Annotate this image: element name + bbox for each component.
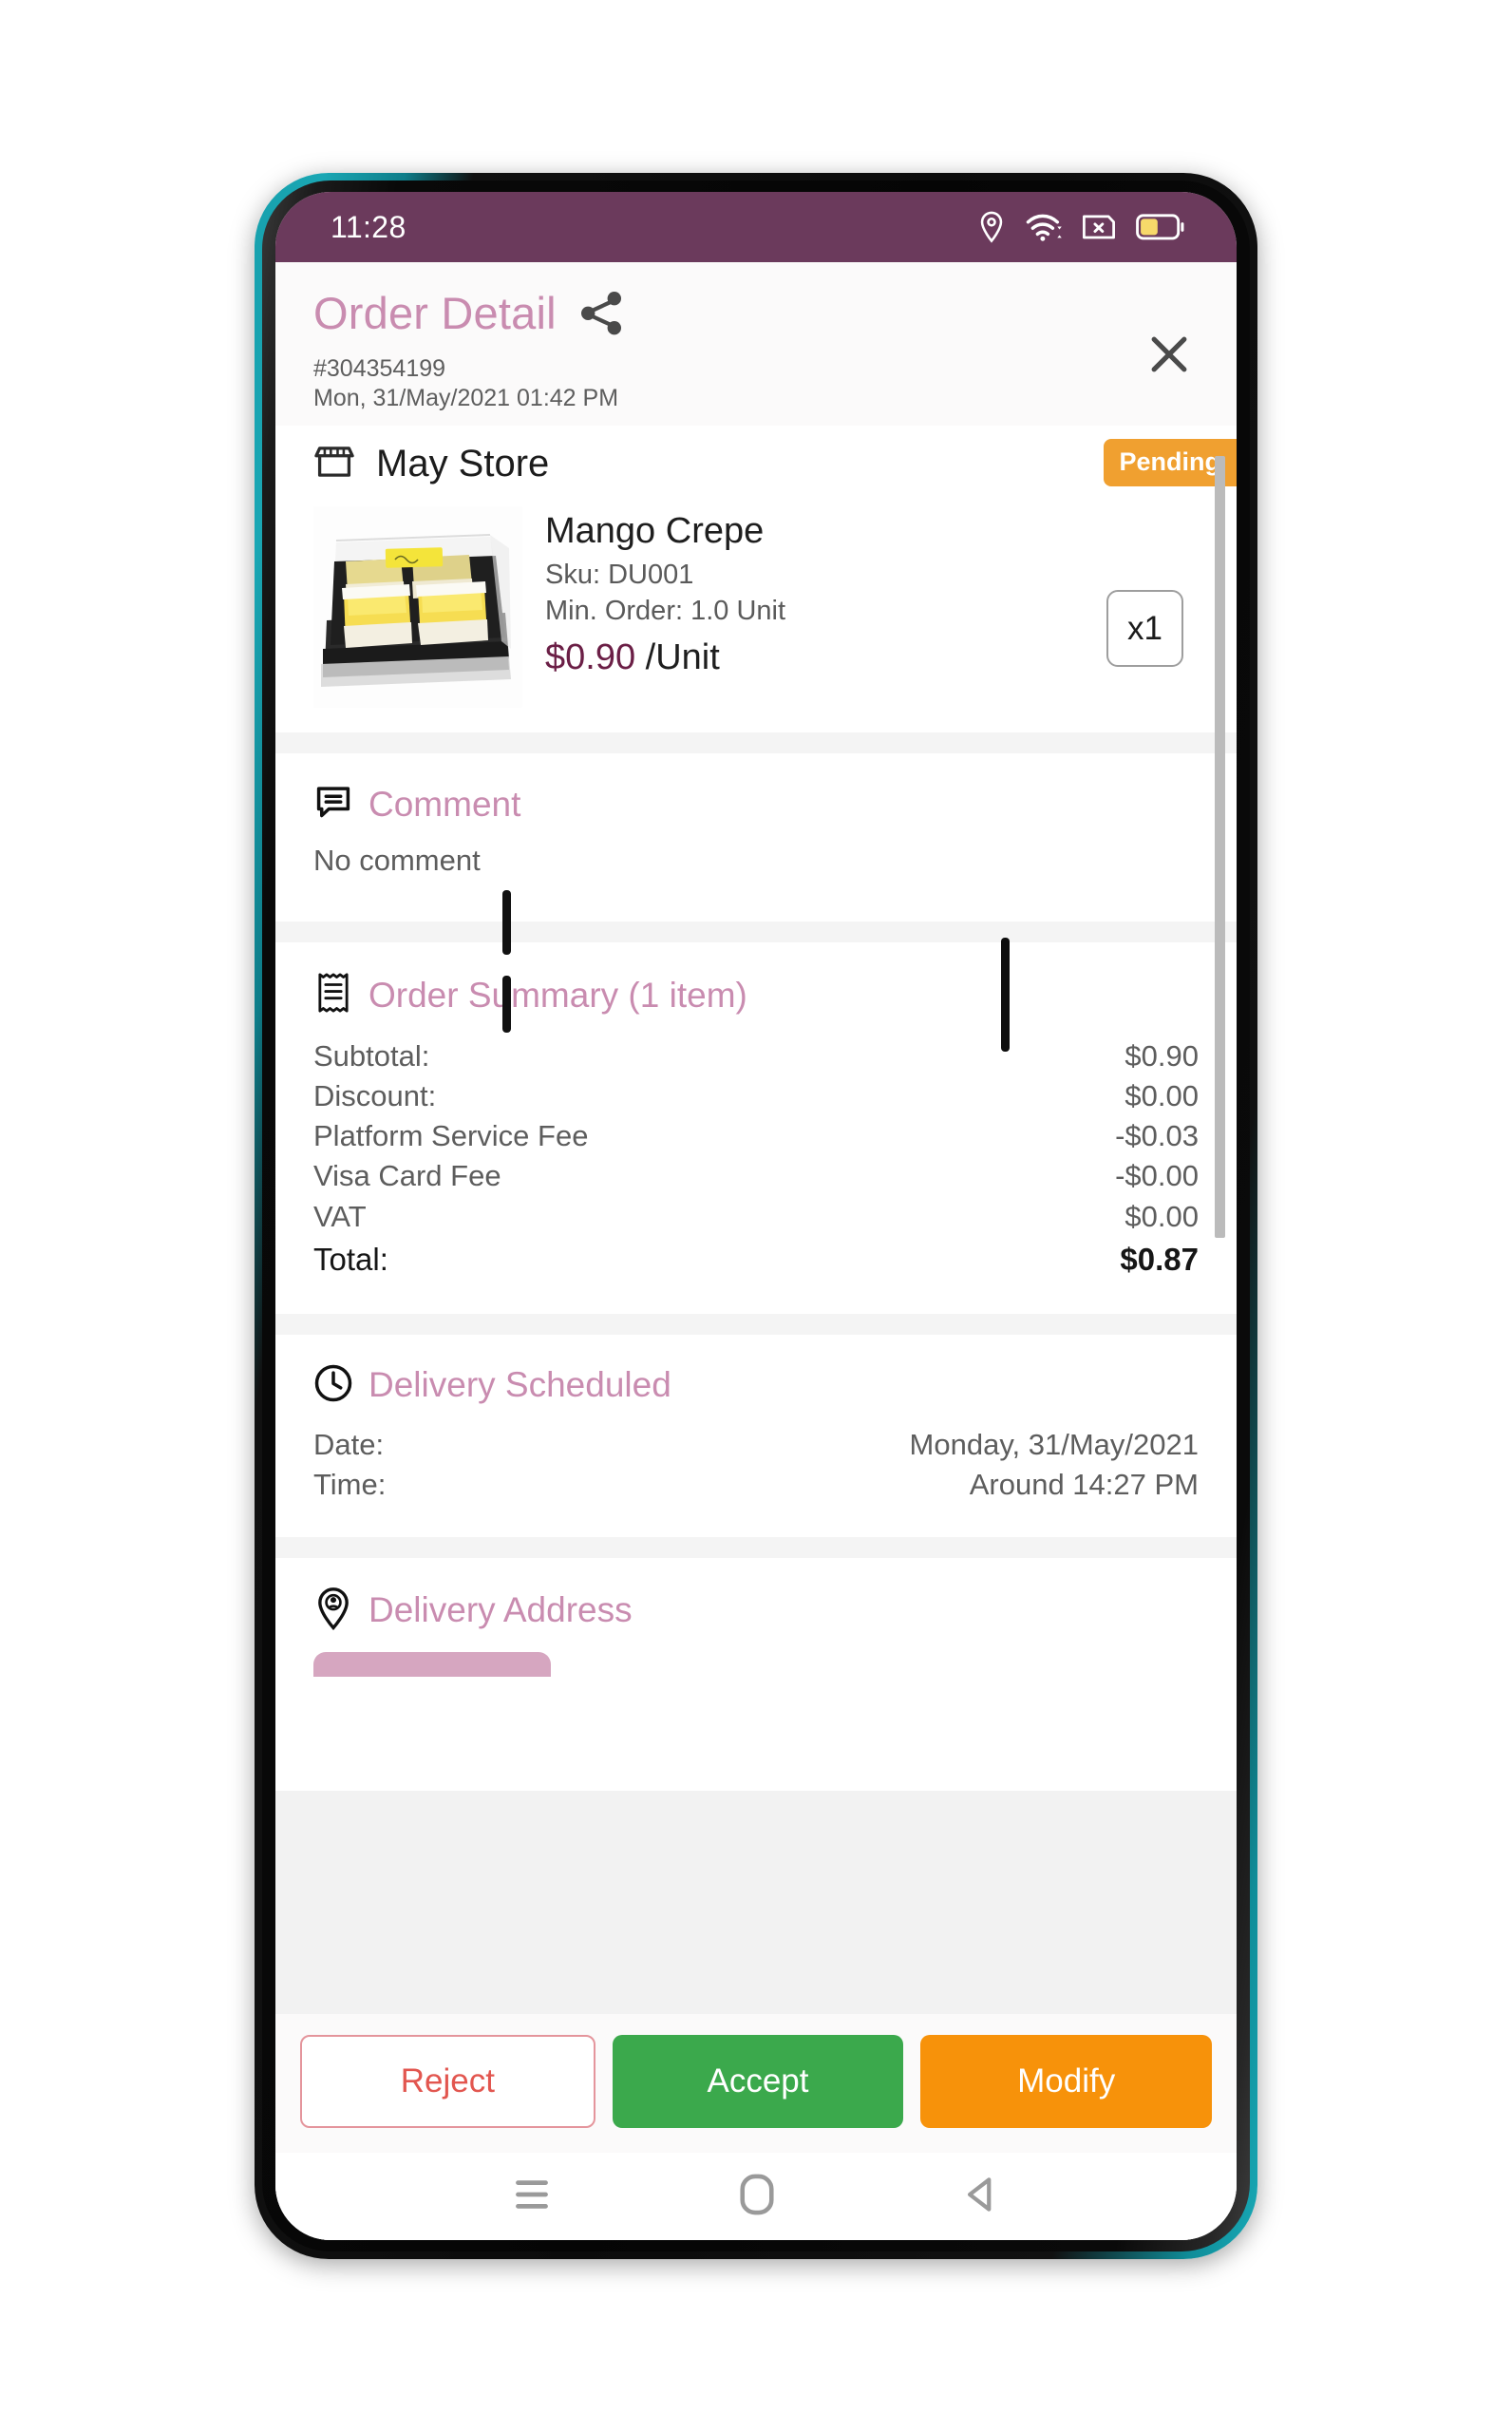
order-datetime: Mon, 31/May/2021 01:42 PM bbox=[313, 384, 619, 411]
clock-icon bbox=[313, 1363, 353, 1408]
delivery-time-row: Time: Around 14:27 PM bbox=[313, 1465, 1199, 1505]
comment-icon bbox=[313, 782, 353, 826]
receipt-icon bbox=[313, 971, 353, 1019]
product-quantity: x1 bbox=[1106, 590, 1183, 667]
page-title: Order Detail bbox=[313, 287, 557, 338]
reject-button[interactable]: Reject bbox=[300, 2035, 595, 2128]
status-bar: 11:28 bbox=[275, 192, 1237, 262]
delivery-scheduled-title: Delivery Scheduled bbox=[369, 1365, 671, 1405]
delivery-scheduled-header: Delivery Scheduled bbox=[313, 1363, 1199, 1408]
store-icon bbox=[313, 441, 355, 487]
summary-row: VAT $0.00 bbox=[313, 1197, 1199, 1237]
order-detail-header: Order Detail #304354199 Mon, 31/May/2021… bbox=[275, 262, 1237, 426]
summary-label: Visa Card Fee bbox=[313, 1159, 501, 1193]
order-line-item[interactable]: Mango Crepe Sku: DU001 Min. Order: 1.0 U… bbox=[275, 503, 1237, 732]
app-container: Order Detail #304354199 Mon, 31/May/2021… bbox=[275, 262, 1237, 2240]
comment-section: Comment No comment bbox=[275, 753, 1237, 922]
delivery-time-label: Time: bbox=[313, 1467, 387, 1501]
share-icon[interactable] bbox=[577, 289, 627, 343]
scrollbar-thumb[interactable] bbox=[1215, 456, 1225, 1238]
order-summary-section: Order Summary (1 item) Subtotal: $0.90 D… bbox=[275, 942, 1237, 1314]
summary-value: $0.00 bbox=[1125, 1199, 1199, 1233]
summary-value: -$0.03 bbox=[1115, 1119, 1199, 1153]
product-info: Mango Crepe Sku: DU001 Min. Order: 1.0 U… bbox=[545, 506, 1106, 678]
summary-label: Platform Service Fee bbox=[313, 1119, 589, 1153]
product-sku: Sku: DU001 bbox=[545, 560, 694, 591]
product-price-value: $0.90 bbox=[545, 637, 636, 678]
summary-total-label: Total: bbox=[313, 1241, 388, 1277]
comment-title: Comment bbox=[369, 784, 521, 824]
scrollbar-track[interactable] bbox=[1215, 426, 1231, 2153]
header-title-row: Order Detail bbox=[313, 283, 1199, 343]
order-action-bar: Reject Accept Modify bbox=[275, 2014, 1237, 2153]
store-order-card: May Store Pending Mango Crepe Sku: DU001… bbox=[275, 426, 1237, 732]
wifi-icon bbox=[1026, 211, 1062, 243]
summary-label: VAT bbox=[313, 1199, 367, 1233]
power-button[interactable] bbox=[1001, 938, 1010, 1052]
back-icon[interactable] bbox=[960, 2174, 1002, 2220]
product-image bbox=[313, 506, 522, 708]
android-navigation-bar bbox=[275, 2153, 1237, 2240]
volume-up-button[interactable] bbox=[502, 890, 511, 955]
sim-card-off-icon bbox=[1082, 213, 1116, 241]
phone-screen: 11:28 Order Detail #304354199 Mon, 31/Ma… bbox=[275, 192, 1237, 2240]
delivery-scheduled-rows: Date: Monday, 31/May/2021 Time: Around 1… bbox=[313, 1425, 1199, 1505]
location-pin-icon bbox=[977, 211, 1006, 243]
comment-header: Comment bbox=[313, 782, 1199, 826]
location-pin-icon bbox=[313, 1586, 353, 1635]
delivery-scheduled-section: Delivery Scheduled Date: Monday, 31/May/… bbox=[275, 1334, 1237, 1537]
volume-down-button[interactable] bbox=[502, 976, 511, 1033]
phone-device-frame: 11:28 Order Detail #304354199 Mon, 31/Ma… bbox=[255, 173, 1257, 2259]
delivery-address-title: Delivery Address bbox=[369, 1590, 633, 1630]
summary-value: $0.90 bbox=[1125, 1039, 1199, 1073]
delivery-time-value: Around 14:27 PM bbox=[969, 1467, 1199, 1501]
delivery-date-label: Date: bbox=[313, 1427, 385, 1461]
summary-total-value: $0.87 bbox=[1120, 1241, 1199, 1277]
summary-label: Discount: bbox=[313, 1079, 437, 1113]
delivery-address-header: Delivery Address bbox=[313, 1586, 1199, 1635]
product-price-unit: /Unit bbox=[635, 637, 720, 678]
product-min-order: Min. Order: 1.0 Unit bbox=[545, 595, 786, 626]
section-divider bbox=[275, 1313, 1237, 1335]
delivery-address-placeholder bbox=[313, 1651, 551, 1677]
product-name: Mango Crepe bbox=[545, 511, 765, 551]
order-summary-lines: Subtotal: $0.90 Discount: $0.00 Platform… bbox=[313, 1036, 1199, 1282]
order-detail-scroll-area[interactable]: May Store Pending Mango Crepe Sku: DU001… bbox=[275, 426, 1237, 2153]
screenshot-canvas: 11:28 Order Detail #304354199 Mon, 31/Ma… bbox=[0, 0, 1512, 2432]
section-divider bbox=[275, 732, 1237, 753]
comment-body: No comment bbox=[313, 844, 481, 877]
summary-row: Visa Card Fee -$0.00 bbox=[313, 1156, 1199, 1196]
modify-button[interactable]: Modify bbox=[920, 2035, 1213, 2128]
summary-total-row: Total: $0.87 bbox=[313, 1239, 1199, 1282]
battery-icon bbox=[1136, 213, 1185, 241]
status-bar-clock: 11:28 bbox=[331, 209, 406, 244]
delivery-date-row: Date: Monday, 31/May/2021 bbox=[313, 1425, 1199, 1465]
summary-label: Subtotal: bbox=[313, 1039, 430, 1073]
menu-icon[interactable] bbox=[510, 2176, 554, 2218]
summary-value: $0.00 bbox=[1125, 1079, 1199, 1113]
summary-value: -$0.00 bbox=[1115, 1159, 1199, 1193]
accept-button[interactable]: Accept bbox=[612, 2035, 904, 2128]
delivery-date-value: Monday, 31/May/2021 bbox=[909, 1427, 1199, 1461]
order-number: #304354199 bbox=[313, 355, 446, 382]
store-name: May Store bbox=[376, 443, 550, 484]
delivery-address-section: Delivery Address bbox=[275, 1557, 1237, 1791]
status-bar-icons bbox=[977, 211, 1185, 243]
home-icon[interactable] bbox=[737, 2173, 777, 2221]
summary-row: Subtotal: $0.90 bbox=[313, 1036, 1199, 1076]
section-divider bbox=[275, 1536, 1237, 1558]
summary-row: Platform Service Fee -$0.03 bbox=[313, 1116, 1199, 1156]
product-price: $0.90 /Unit bbox=[545, 637, 1106, 678]
section-divider bbox=[275, 922, 1237, 942]
order-summary-header: Order Summary (1 item) bbox=[313, 971, 1199, 1019]
summary-row: Discount: $0.00 bbox=[313, 1076, 1199, 1116]
store-row[interactable]: May Store Pending bbox=[275, 426, 1237, 503]
order-summary-title: Order Summary (1 item) bbox=[369, 975, 747, 1015]
close-button[interactable] bbox=[1145, 331, 1193, 383]
